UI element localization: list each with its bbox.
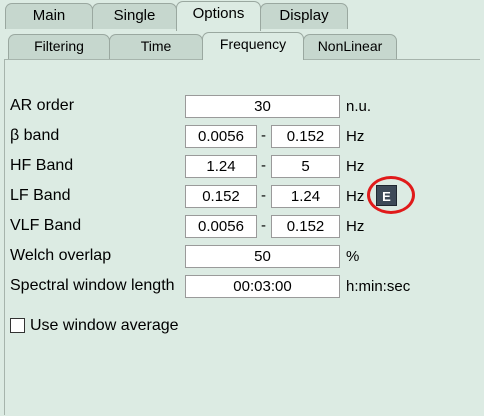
subtab-frequency[interactable]: Frequency [202,32,304,60]
beta-band-high-input[interactable]: 0.152 [271,125,340,148]
hf-band-low-input[interactable]: 1.24 [185,155,257,178]
vlf-band-unit: Hz [346,218,365,235]
hf-band-dash: - [261,157,266,174]
hf-band-unit: Hz [346,158,365,175]
ar-order-label: AR order [10,97,75,114]
welch-overlap-label: Welch overlap [10,247,112,264]
use-window-average-label[interactable]: Use window average [30,316,179,336]
subtab-time[interactable]: Time [109,34,203,59]
lf-band-low-input[interactable]: 0.152 [185,185,257,208]
highlight-circle [367,176,415,214]
spectral-window-input[interactable]: 00:03:00 [185,275,340,298]
ar-order-input[interactable]: 30 [185,95,340,118]
vlf-band-low-input[interactable]: 0.0056 [185,215,257,238]
lf-band-high-input[interactable]: 1.24 [271,185,340,208]
ar-order-unit: n.u. [346,98,372,115]
sub-tab-bar: Filtering Time Frequency NonLinear [0,30,484,60]
subtab-nonlinear[interactable]: NonLinear [303,34,397,59]
tab-single[interactable]: Single [92,3,177,29]
spectral-window-label: Spectral window length [10,277,175,294]
lf-band-unit: Hz [346,188,365,205]
tab-main[interactable]: Main [5,3,93,29]
spectral-window-unit: h:min:sec [346,278,411,295]
beta-band-unit: Hz [346,128,365,145]
beta-band-dash: - [261,127,266,144]
lf-band-dash: - [261,187,266,204]
vlf-band-high-input[interactable]: 0.152 [271,215,340,238]
main-tab-bar: Main Single Options Display [0,0,484,31]
welch-overlap-input[interactable]: 50 [185,245,340,268]
hf-band-high-input[interactable]: 5 [271,155,340,178]
subtab-filtering[interactable]: Filtering [8,34,110,59]
beta-band-low-input[interactable]: 0.0056 [185,125,257,148]
hf-band-label: HF Band [10,157,74,174]
lf-band-label: LF Band [10,187,71,204]
tab-display[interactable]: Display [260,3,348,29]
vlf-band-label: VLF Band [10,217,82,234]
vlf-band-dash: - [261,217,266,234]
welch-overlap-unit: % [346,248,360,265]
tab-options[interactable]: Options [176,1,261,31]
beta-band-label: β band [10,127,60,144]
use-window-average-checkbox[interactable] [10,318,25,333]
